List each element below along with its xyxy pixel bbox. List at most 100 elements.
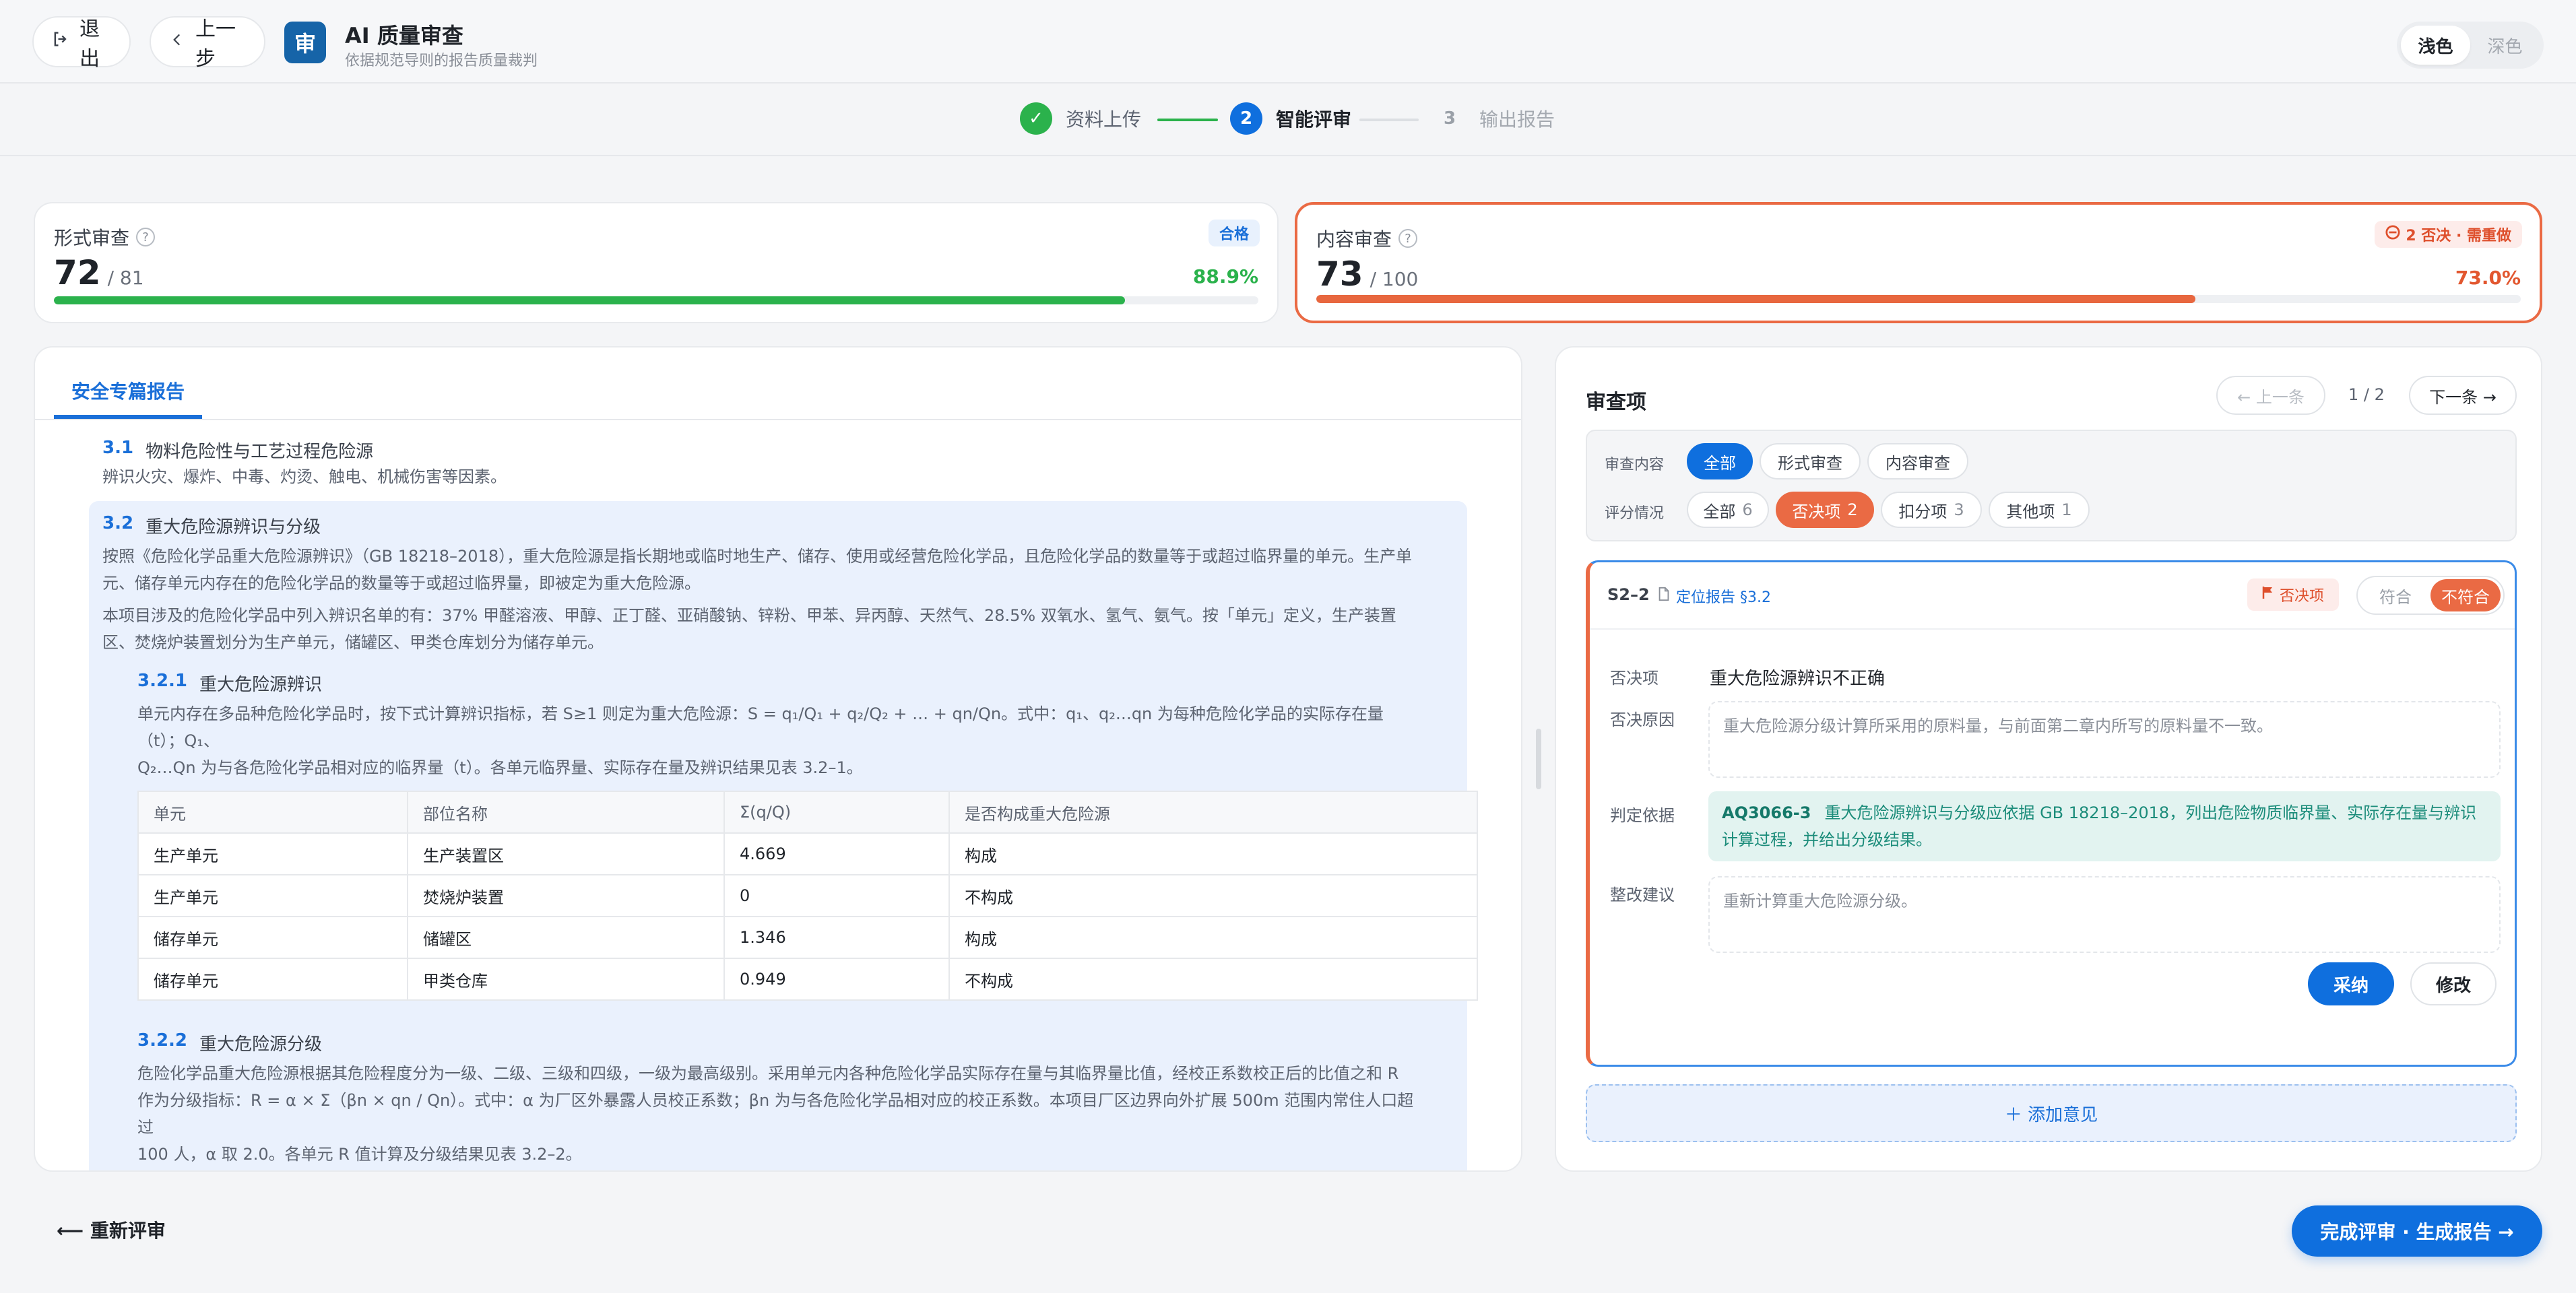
re-review-button[interactable]: ⟵ 重新评审 — [57, 1216, 166, 1243]
accept-button[interactable]: 采纳 — [2308, 962, 2394, 1005]
card-title: 内容审查 — [1316, 228, 1392, 251]
paragraph-line: 元、储存单元内存在的危险化学品的数量等于或超过临界量，即被定为重大危险源。 — [102, 574, 701, 593]
table-row: 储存单元 储罐区 1.346 构成 — [137, 916, 1478, 959]
table-cell: 储罐区 — [407, 916, 725, 959]
warning-icon — [2385, 225, 2400, 244]
badge-text: 2 否决 · 需重做 — [2406, 228, 2511, 244]
section-number: 3.1 — [102, 438, 134, 458]
paragraph-line: 过 — [137, 1118, 154, 1137]
flag-icon — [2262, 586, 2274, 603]
section-heading: 3.1 物料危险性与工艺过程危险源 — [102, 438, 373, 463]
section-number: 3.2 — [102, 513, 134, 533]
chip-count: 3 — [1954, 500, 1964, 519]
table-row: 储存单元 甲类仓库 0.949 不构成 — [137, 958, 1478, 1001]
theme-toggle[interactable]: 浅色 深色 — [2397, 22, 2544, 69]
progress-track — [54, 296, 1258, 304]
section-title: 重大危险源辨识 — [199, 675, 323, 695]
suggestion-field[interactable]: 重新计算重大危险源分级。 — [1708, 876, 2501, 953]
score-total: / 81 — [107, 267, 144, 289]
score-total: / 100 — [1370, 268, 1419, 290]
theme-light-option[interactable]: 浅色 — [2401, 26, 2470, 65]
chip-count: 6 — [1742, 500, 1753, 519]
step-label: 输出报告 — [1479, 108, 1555, 131]
panel-resize-handle[interactable] — [1536, 729, 1541, 789]
progress-track — [1316, 295, 2521, 303]
document-icon — [1657, 587, 1671, 605]
table-row: 生产单元 焚烧炉装置 0 不构成 — [137, 874, 1478, 917]
back-button[interactable]: 上一步 — [150, 16, 265, 71]
veto-tag: 否决项 — [2247, 578, 2339, 611]
compliant-option[interactable]: 符合 — [2360, 579, 2430, 611]
exit-button[interactable]: 退出 — [32, 16, 131, 71]
section-number: 3.2.2 — [137, 1030, 188, 1051]
finish-review-button[interactable]: 完成评审 · 生成报告 → — [2292, 1205, 2542, 1257]
step-connector — [1157, 119, 1218, 121]
field-label: 否决原因 — [1610, 710, 1675, 729]
score-number: 72 — [54, 253, 101, 292]
paragraph-line: 区、焚烧炉装置划分为生产单元，储罐区、甲类仓库划分为储存单元。 — [102, 633, 604, 652]
score-percent: 88.9% — [1192, 265, 1258, 288]
table-cell: 甲类仓库 — [407, 958, 725, 1001]
filter-chip-all-scores[interactable]: 全部 6 — [1687, 492, 1769, 528]
filter-chip-other[interactable]: 其他项 1 — [1989, 492, 2090, 528]
field-label: 否决项 — [1610, 669, 1659, 688]
noncompliant-option[interactable]: 不符合 — [2430, 579, 2501, 611]
check-icon: ✓ — [1020, 102, 1052, 135]
column-header: Σ(q/Q) — [723, 791, 950, 834]
section-heading: 3.2.2 重大危险源分级 — [137, 1030, 322, 1055]
app-subtitle: 依据规范导则的报告质量裁判 — [345, 53, 538, 69]
step-connector — [1359, 119, 1419, 121]
compliance-toggle[interactable]: 符合 不符合 — [2356, 576, 2505, 615]
top-bar: 退出 上一步 审 AI 质量审查 依据规范导则的报告质量裁判 浅色 深色 — [0, 0, 2576, 84]
filter-label: 审查内容 — [1605, 457, 1665, 473]
filter-chip-veto[interactable]: 否决项 2 — [1776, 492, 1874, 528]
table-row: 生产单元 生产装置区 4.669 构成 — [137, 832, 1478, 875]
table-cell: 生产装置区 — [407, 832, 725, 875]
paragraph-line: 危险化学品重大危险源根据其危险程度分为一级、二级、三级和四级，一级为最高级别。采… — [137, 1064, 1399, 1083]
field-label: 整改建议 — [1610, 886, 1675, 904]
chip-count: 1 — [2061, 500, 2072, 519]
theme-dark-option[interactable]: 深色 — [2470, 26, 2540, 65]
step-label: 资料上传 — [1066, 108, 1142, 131]
filter-chip-deduction[interactable]: 扣分项 3 — [1881, 492, 1982, 528]
table-cell: 储存单元 — [137, 916, 408, 959]
step-upload[interactable]: ✓ 资料上传 — [1020, 102, 1141, 135]
locate-label: 定位报告 §3.2 — [1676, 589, 1771, 606]
status-badge: 合格 — [1208, 220, 1260, 246]
help-icon[interactable]: ? — [1398, 229, 1418, 248]
score-number: 73 — [1316, 255, 1363, 294]
table-cell: 储存单元 — [137, 958, 408, 1001]
table-cell: 0.949 — [723, 958, 950, 1001]
report-tabs: 安全专篇报告 — [35, 347, 1521, 420]
table-cell: 1.346 — [723, 916, 950, 959]
score-percent: 73.0% — [2455, 267, 2521, 289]
app-title: AI 质量审查 — [345, 23, 463, 48]
issue-card: S2–2 定位报告 §3.2 否决项 符合 不符合 否决项 重大危险源辨识不正确… — [1586, 560, 2517, 1067]
paragraph-line: 本项目涉及的危险化学品中列入辨识名单的有：37% 甲醛溶液、甲醇、正丁醛、亚硝酸… — [102, 606, 1396, 625]
step-number: 2 — [1230, 102, 1262, 135]
locate-link[interactable]: 定位报告 §3.2 — [1657, 585, 1771, 607]
step-label: 智能评审 — [1276, 108, 1352, 131]
hazard-table: 单元 部位名称 Σ(q/Q) 是否构成重大危险源 生产单元 生产装置区 4.66… — [137, 791, 1478, 1001]
filter-chip-form[interactable]: 形式审查 — [1760, 443, 1861, 479]
prev-item-button[interactable]: ← 上一条 — [2216, 376, 2325, 415]
report-content[interactable]: 3.1 物料危险性与工艺过程危险源 辨识火灾、爆炸、中毒、灼烫、触电、机械伤害等… — [35, 422, 1521, 1170]
step-output[interactable]: 3 输出报告 — [1434, 102, 1555, 135]
filter-chip-content[interactable]: 内容审查 — [1867, 443, 1968, 479]
section-number: 3.2.1 — [137, 671, 188, 691]
paragraph: 辨识火灾、爆炸、中毒、灼烫、触电、机械伤害等因素。 — [102, 467, 507, 486]
help-icon[interactable]: ? — [136, 228, 156, 246]
filter-chip-all[interactable]: 全部 — [1687, 443, 1753, 479]
add-opinion-button[interactable]: ＋ 添加意见 — [1586, 1084, 2517, 1142]
section-heading: 3.2.1 重大危险源辨识 — [137, 671, 322, 696]
veto-reason-field[interactable]: 重大危险源分级计算所采用的原料量，与前面第二章内所写的原料量不一致。 — [1708, 701, 2501, 778]
step-review[interactable]: 2 智能评审 — [1230, 102, 1351, 135]
basis-text: 重大危险源辨识与分级应依据 GB 18218–2018，列出危险物质临界量、实际… — [1722, 803, 2477, 849]
tab-safety-report[interactable]: 安全专篇报告 — [54, 377, 203, 419]
edit-button[interactable]: 修改 — [2410, 962, 2497, 1005]
column-header: 单元 — [137, 791, 408, 834]
issue-id: S2–2 — [1607, 585, 1650, 604]
table-cell: 构成 — [948, 916, 1478, 959]
next-item-button[interactable]: 下一条 → — [2409, 376, 2517, 415]
column-header: 是否构成重大危险源 — [948, 791, 1478, 834]
